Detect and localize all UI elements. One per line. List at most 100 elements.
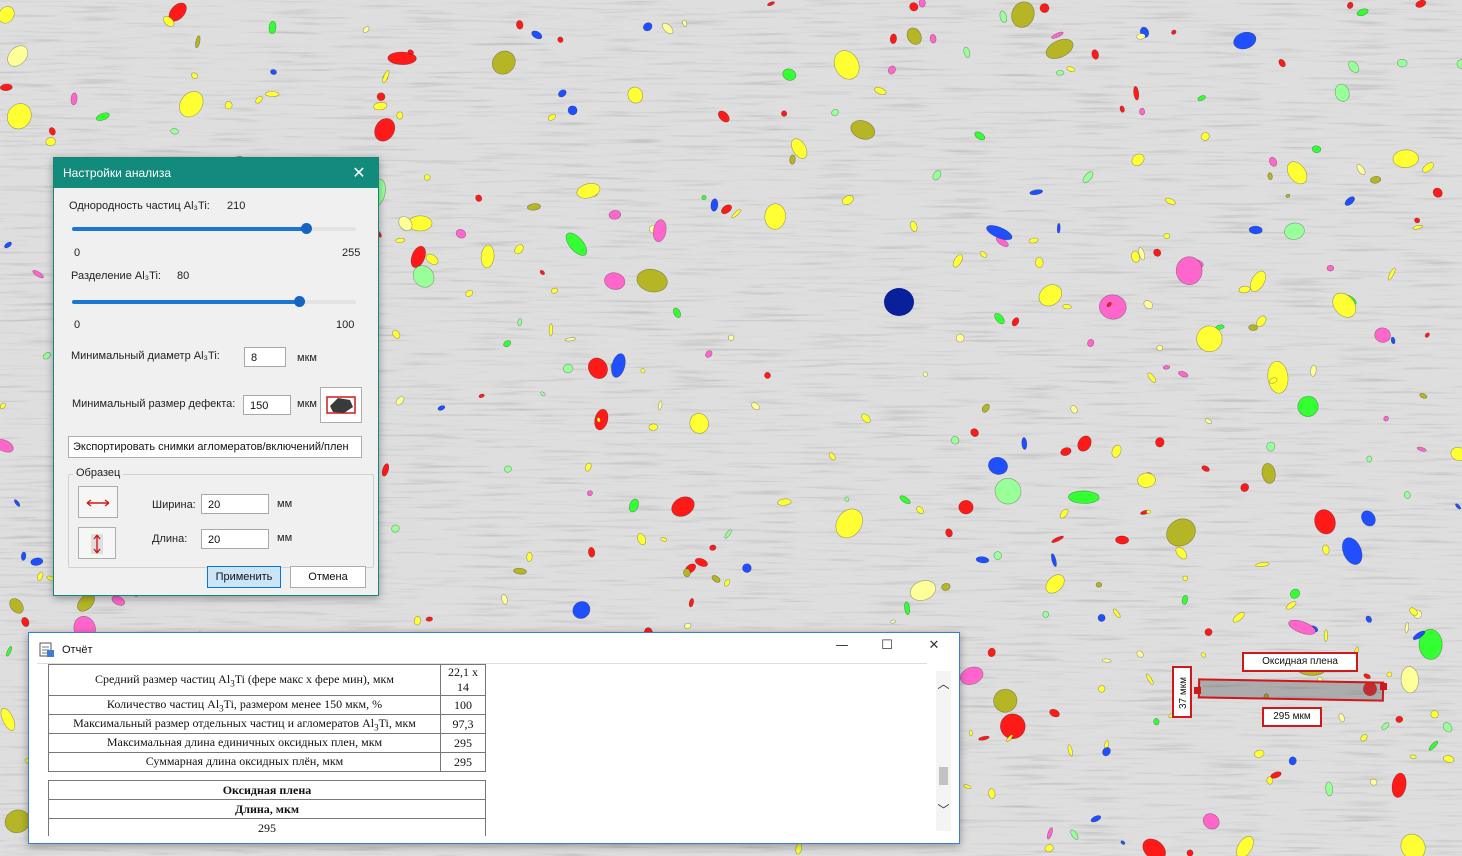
annotation-label: Оксидная плена	[1242, 652, 1358, 672]
export-snapshots-button[interactable]: Экспортировать снимки агломератов/включе…	[68, 436, 362, 458]
particle	[1042, 610, 1049, 618]
film-table-value: 295	[48, 818, 486, 836]
report-content: Средний размер частиц Al3Ti (фере макс х…	[37, 663, 927, 836]
report-row: Количество частиц Al3Ti, размером менее …	[48, 695, 486, 715]
defect-preview-button[interactable]	[320, 387, 362, 423]
uniformity-slider-fill	[72, 227, 306, 231]
particle	[1068, 490, 1100, 504]
particle	[884, 288, 914, 316]
report-title: Отчёт	[62, 644, 93, 656]
uniformity-slider[interactable]	[72, 223, 356, 234]
min-defect-label: Минимальный размер дефекта:	[72, 398, 236, 410]
particle	[1248, 324, 1258, 331]
min-diameter-label: Минимальный диаметр Al₃Ti:	[71, 350, 220, 362]
apply-button[interactable]: Применить	[207, 566, 281, 588]
separation-slider[interactable]	[72, 296, 356, 307]
oxide-film-table: Оксидная плена Длина, мкм 295	[48, 780, 486, 836]
particle	[1146, 509, 1151, 514]
report-row: Максимальная длина единичных оксидных пл…	[48, 733, 486, 753]
min-diameter-unit: мкм	[297, 352, 317, 364]
particle	[1035, 257, 1044, 268]
particle	[1101, 658, 1112, 663]
report-row-value: 97,3	[440, 714, 486, 734]
particle	[789, 154, 796, 165]
film-table-title: Оксидная плена	[48, 780, 486, 800]
particle	[640, 368, 646, 374]
report-row-value: 22,1 х 14	[440, 664, 486, 696]
report-row-value: 295	[440, 733, 486, 753]
particle	[1095, 582, 1103, 588]
annotation-end-marker	[1194, 687, 1201, 694]
report-row: Максимальный размер отдельных частиц и а…	[48, 714, 486, 734]
particle	[1139, 107, 1146, 116]
particle	[781, 110, 788, 117]
minimize-icon[interactable]: —	[827, 637, 857, 655]
min-diameter-input[interactable]: 8	[244, 347, 286, 367]
report-row-value: 100	[440, 695, 486, 715]
separation-slider-fill	[72, 300, 300, 304]
defect-preview-icon	[326, 396, 356, 414]
report-titlebar[interactable]: Отчёт — ☐ ✕	[29, 633, 959, 663]
particle	[1186, 849, 1194, 856]
uniformity-label: Однородность частиц Al₃Ti:	[69, 200, 210, 212]
analysis-settings-dialog: Настройки анализа ✕ Однородность частиц …	[53, 157, 379, 596]
cancel-button[interactable]: Отмена	[290, 566, 366, 588]
length-label: Длина:	[152, 533, 188, 545]
separation-label: Разделение Al₃Ti:	[71, 270, 161, 282]
annotation-end-marker	[1380, 683, 1387, 690]
report-row-label: Суммарная длина оксидных плён, мкм	[48, 752, 441, 772]
separation-min: 0	[74, 319, 81, 331]
separation-slider-thumb[interactable]	[294, 296, 306, 307]
particle	[1366, 455, 1373, 463]
report-row: Суммарная длина оксидных плён, мкм 295	[48, 752, 486, 772]
width-label: Ширина:	[152, 499, 196, 511]
particle	[648, 423, 658, 431]
particle	[1055, 70, 1065, 76]
film-table-header: Длина, мкм	[48, 799, 486, 819]
report-scrollbar[interactable]: ︿ ﹀	[936, 671, 951, 831]
uniformity-slider-thumb[interactable]	[300, 223, 312, 234]
report-row-label: Максимальная длина единичных оксидных пл…	[48, 733, 441, 753]
report-row-label: Максимальный размер отдельных частиц и а…	[48, 714, 441, 734]
particle	[1182, 575, 1189, 581]
oxide-film-annotation: Оксидная плена 295 мкм 37 мкм	[1170, 650, 1400, 735]
report-window: Отчёт — ☐ ✕ Средний размер частиц Al3Ti …	[28, 632, 960, 844]
particle	[1323, 629, 1328, 642]
dialog-titlebar[interactable]: Настройки анализа ✕	[54, 158, 378, 188]
particle	[425, 616, 433, 622]
scroll-up-icon[interactable]: ︿	[936, 675, 951, 692]
close-icon[interactable]: ✕	[919, 637, 949, 655]
uniformity-max: 255	[342, 247, 361, 259]
particle	[958, 500, 974, 515]
uniformity-min: 0	[74, 247, 81, 259]
particle	[1162, 365, 1171, 370]
particle	[683, 568, 691, 578]
min-defect-input[interactable]: 150	[243, 395, 291, 415]
width-input[interactable]: 20	[201, 494, 269, 514]
length-icon-button[interactable]	[78, 527, 116, 559]
particle	[1056, 223, 1061, 234]
scroll-thumb[interactable]	[939, 767, 948, 785]
annotation-film-box	[1197, 678, 1385, 702]
dialog-title: Настройки анализа	[63, 166, 172, 180]
width-unit: мм	[277, 498, 293, 510]
report-row-label: Средний размер частиц Al3Ti (фере макс х…	[48, 664, 441, 696]
report-summary-table: Средний размер частиц Al3Ti (фере макс х…	[48, 664, 486, 772]
particle	[224, 101, 233, 110]
scroll-down-icon[interactable]: ﹀	[936, 801, 951, 818]
length-input[interactable]: 20	[201, 529, 269, 549]
length-unit: мм	[277, 532, 293, 544]
horizontal-arrow-icon	[86, 499, 110, 507]
sample-group-label: Образец	[73, 467, 124, 479]
separation-value: 80	[177, 270, 190, 282]
report-row: Средний размер частиц Al3Ti (фере макс х…	[48, 664, 486, 696]
close-icon[interactable]: ✕	[348, 162, 370, 184]
particle	[526, 552, 533, 562]
annotation-height-label: 37 мкм	[1172, 666, 1192, 718]
report-app-icon	[39, 642, 54, 657]
vertical-arrow-icon	[91, 534, 103, 554]
maximize-icon[interactable]: ☐	[872, 637, 902, 655]
report-row-value: 295	[440, 752, 486, 772]
particle	[918, 0, 926, 8]
width-icon-button[interactable]	[78, 486, 118, 518]
